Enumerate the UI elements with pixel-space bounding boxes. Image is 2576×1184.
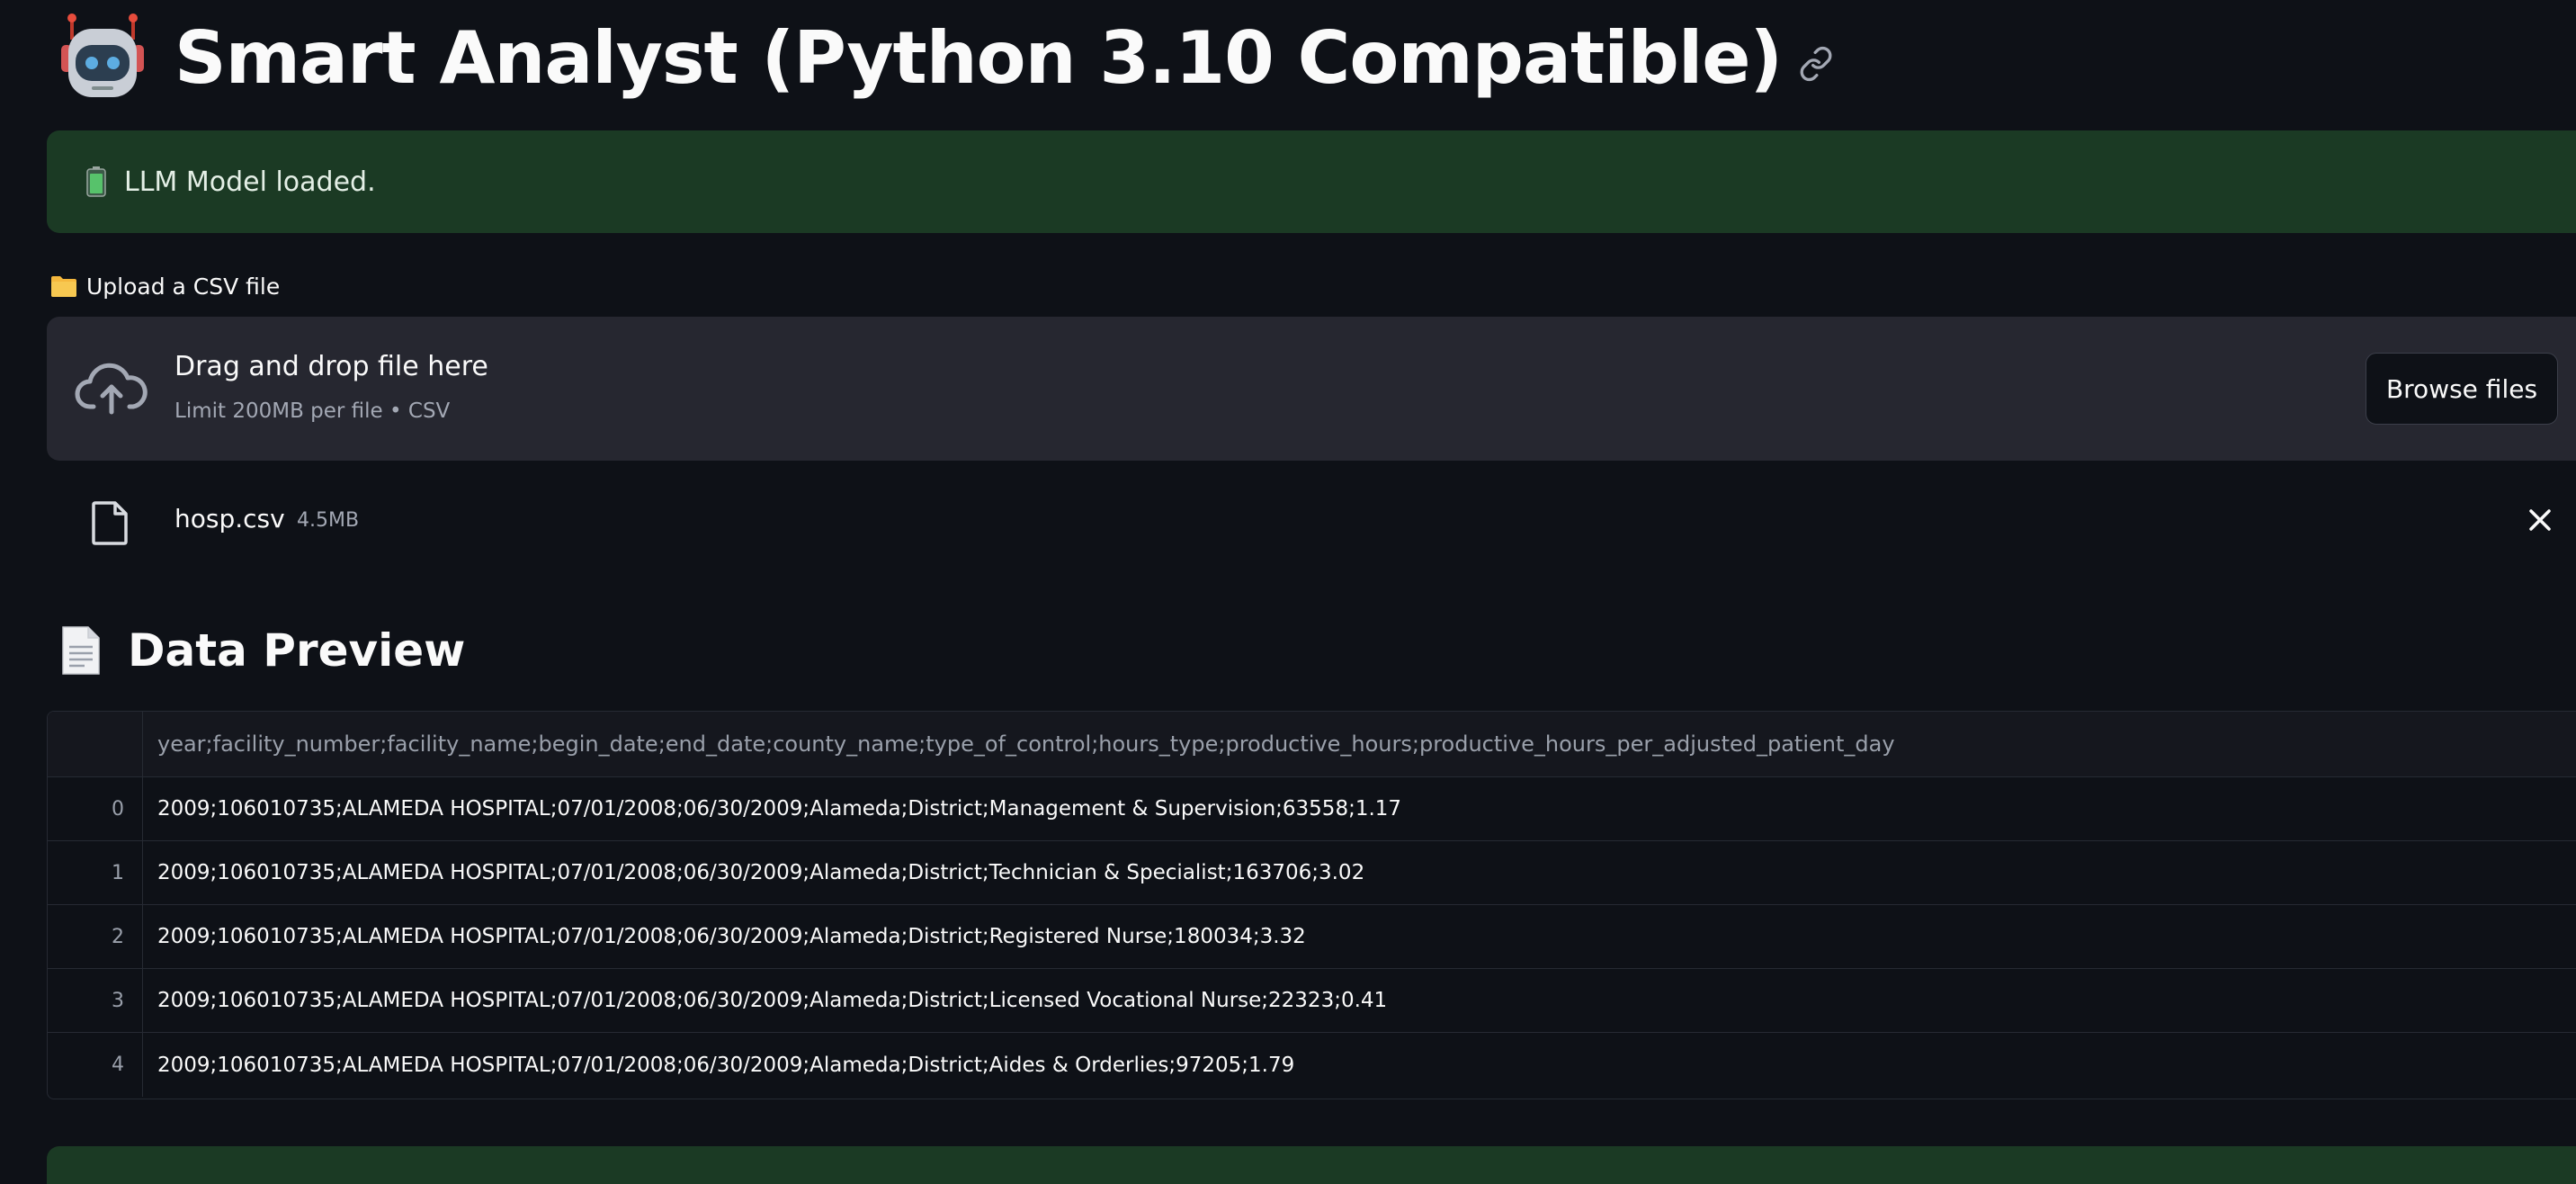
table-cell[interactable]: 2009;106010735;ALAMEDA HOSPITAL;07/01/20…	[143, 905, 2576, 968]
link-icon[interactable]	[1798, 46, 1834, 82]
dropzone-title: Drag and drop file here	[174, 351, 488, 382]
table-row: 0 2009;106010735;ALAMEDA HOSPITAL;07/01/…	[48, 777, 2576, 841]
table-cell[interactable]: 2009;106010735;ALAMEDA HOSPITAL;07/01/20…	[143, 1033, 2576, 1097]
row-index: 0	[48, 777, 143, 840]
page-title: Smart Analyst (Python 3.10 Compatible)	[174, 15, 1783, 100]
table-header-row: year;facility_number;facility_name;begin…	[48, 712, 2576, 777]
uploaded-file-name: hosp.csv	[174, 504, 285, 534]
cloud-upload-icon	[75, 363, 148, 415]
document-icon	[62, 626, 100, 675]
table-cell[interactable]: 2009;106010735;ALAMEDA HOSPITAL;07/01/20…	[143, 969, 2576, 1032]
dropzone-subtitle: Limit 200MB per file • CSV	[174, 399, 451, 423]
row-index: 2	[48, 905, 143, 968]
data-preview-header: Data Preview	[59, 619, 465, 682]
table-row: 4 2009;106010735;ALAMEDA HOSPITAL;07/01/…	[48, 1033, 2576, 1097]
column-header[interactable]: year;facility_number;facility_name;begin…	[143, 712, 2576, 776]
row-index: 1	[48, 841, 143, 904]
row-index: 3	[48, 969, 143, 1032]
data-preview-heading: Data Preview	[128, 624, 466, 677]
uploader-label-text: Upload a CSV file	[86, 273, 281, 300]
index-header-cell	[48, 712, 143, 776]
status-alert: LLM Model loaded.	[47, 130, 2576, 233]
table-row: 2 2009;106010735;ALAMEDA HOSPITAL;07/01/…	[48, 905, 2576, 969]
table-cell[interactable]: 2009;106010735;ALAMEDA HOSPITAL;07/01/20…	[143, 841, 2576, 904]
battery-icon	[86, 166, 106, 197]
uploader-label: Upload a CSV file	[50, 270, 280, 302]
row-index: 4	[48, 1033, 143, 1097]
data-preview-table[interactable]: year;facility_number;facility_name;begin…	[47, 711, 2576, 1099]
close-icon[interactable]	[2524, 504, 2556, 536]
app-page: Smart Analyst (Python 3.10 Compatible) L…	[0, 0, 2576, 1184]
file-dropzone[interactable]: Drag and drop file here Limit 200MB per …	[47, 317, 2576, 461]
folder-icon	[51, 276, 76, 297]
robot-icon	[61, 13, 144, 97]
table-row: 3 2009;106010735;ALAMEDA HOSPITAL;07/01/…	[48, 969, 2576, 1033]
next-status-alert	[47, 1146, 2576, 1184]
table-row: 1 2009;106010735;ALAMEDA HOSPITAL;07/01/…	[48, 841, 2576, 905]
browse-files-button[interactable]: Browse files	[2366, 353, 2558, 425]
status-message: LLM Model loaded.	[124, 166, 376, 198]
table-body: year;facility_number;facility_name;begin…	[48, 712, 2576, 1097]
page-header: Smart Analyst (Python 3.10 Compatible)	[58, 7, 1834, 108]
table-cell[interactable]: 2009;106010735;ALAMEDA HOSPITAL;07/01/20…	[143, 777, 2576, 840]
file-icon	[92, 501, 128, 545]
uploaded-file-size: 4.5MB	[297, 509, 360, 532]
